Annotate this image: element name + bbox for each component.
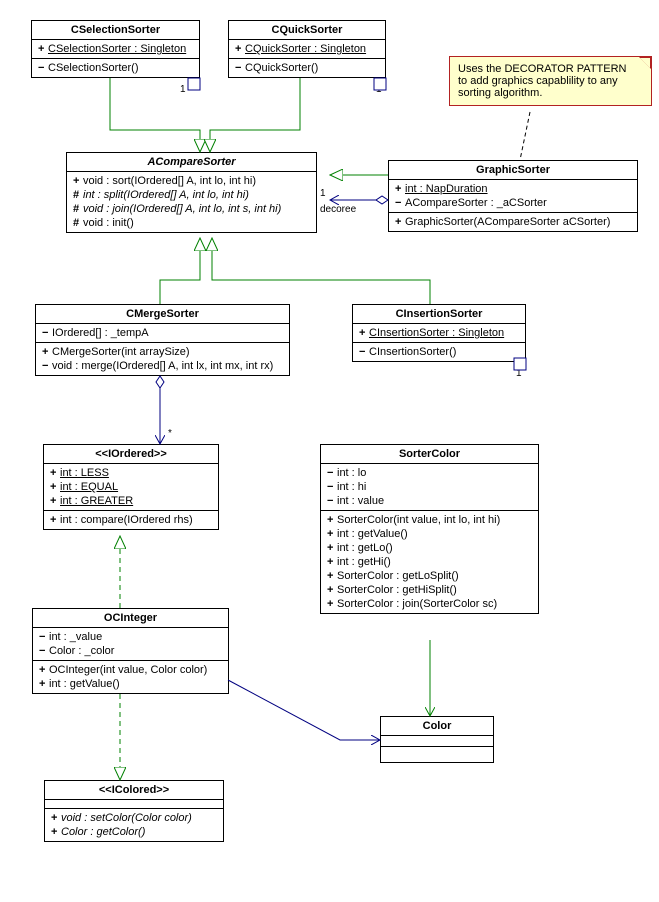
class-icolored: <<IColored>> +void : setColor(Color colo… [44, 780, 224, 842]
op: −CInsertionSorter() [357, 345, 521, 359]
class-title: Color [381, 717, 493, 736]
class-iordered: <<IOrdered>> +int : LESS +int : EQUAL +i… [43, 444, 219, 530]
attr: +int : NapDuration [393, 182, 633, 196]
multiplicity: 1 [320, 188, 326, 199]
attr: +int : GREATER [48, 494, 214, 508]
class-title: CInsertionSorter [353, 305, 525, 324]
op: +int : compare(IOrdered rhs) [48, 513, 214, 527]
note-line: sorting algorithm. [458, 87, 643, 99]
attr: −IOrdered[] : _tempA [40, 326, 285, 340]
attr: −int : lo [325, 466, 534, 480]
multiplicity: 1 [376, 84, 382, 95]
op: +GraphicSorter(ACompareSorter aCSorter) [393, 215, 633, 229]
multiplicity: * [168, 428, 172, 439]
attr: −int : _value [37, 630, 224, 644]
class-title: OCInteger [33, 609, 228, 628]
op: +int : getHi() [325, 555, 534, 569]
class-title: CSelectionSorter [32, 21, 199, 40]
multiplicity: 1 [180, 84, 186, 95]
op: +SorterColor(int value, int lo, int hi) [325, 513, 534, 527]
decorator-note: Uses the DECORATOR PATTERN to add graphi… [449, 56, 652, 106]
attr: −int : hi [325, 480, 534, 494]
op: +SorterColor : getHiSplit() [325, 583, 534, 597]
attr: +CSelectionSorter : Singleton [36, 42, 195, 56]
op: #void : join(IOrdered[] A, int lo, int s… [71, 202, 312, 216]
class-cinsertionsorter: CInsertionSorter +CInsertionSorter : Sin… [352, 304, 526, 362]
op: +SorterColor : getLoSplit() [325, 569, 534, 583]
class-cmergesorter: CMergeSorter −IOrdered[] : _tempA +CMerg… [35, 304, 290, 376]
class-title: <<IColored>> [45, 781, 223, 800]
attr: −ACompareSorter : _aCSorter [393, 196, 633, 210]
op: +int : getValue() [325, 527, 534, 541]
attr: +int : EQUAL [48, 480, 214, 494]
note-line: to add graphics capablility to any [458, 75, 643, 87]
op: −CSelectionSorter() [36, 61, 195, 75]
multiplicity: 1 [516, 368, 522, 379]
attr: +CInsertionSorter : Singleton [357, 326, 521, 340]
attr: +int : LESS [48, 466, 214, 480]
op: +void : sort(IOrdered[] A, int lo, int h… [71, 174, 312, 188]
op: #int : split(IOrdered[] A, int lo, int h… [71, 188, 312, 202]
class-ocinteger: OCInteger −int : _value −Color : _color … [32, 608, 229, 694]
class-cselectionsorter: CSelectionSorter +CSelectionSorter : Sin… [31, 20, 200, 78]
op: +int : getValue() [37, 677, 224, 691]
class-color: Color [380, 716, 494, 763]
note-line: Uses the DECORATOR PATTERN [458, 63, 643, 75]
op: −CQuickSorter() [233, 61, 381, 75]
class-title: <<IOrdered>> [44, 445, 218, 464]
class-sortercolor: SorterColor −int : lo −int : hi −int : v… [320, 444, 539, 614]
attr: +CQuickSorter : Singleton [233, 42, 381, 56]
op: +CMergeSorter(int arraySize) [40, 345, 285, 359]
class-graphicsorter: GraphicSorter +int : NapDuration −ACompa… [388, 160, 638, 232]
op: +Color : getColor() [49, 825, 219, 839]
class-cquicksorter: CQuickSorter +CQuickSorter : Singleton −… [228, 20, 386, 78]
role-label: decoree [320, 204, 356, 215]
class-title: CQuickSorter [229, 21, 385, 40]
op: +int : getLo() [325, 541, 534, 555]
op: +OCInteger(int value, Color color) [37, 663, 224, 677]
op: +SorterColor : join(SorterColor sc) [325, 597, 534, 611]
class-title: GraphicSorter [389, 161, 637, 180]
op: #void : init() [71, 216, 312, 230]
class-acomparesorter: ACompareSorter +void : sort(IOrdered[] A… [66, 152, 317, 233]
op: +void : setColor(Color color) [49, 811, 219, 825]
attr: −Color : _color [37, 644, 224, 658]
class-title: CMergeSorter [36, 305, 289, 324]
class-title: SorterColor [321, 445, 538, 464]
attr: −int : value [325, 494, 534, 508]
class-title: ACompareSorter [67, 153, 316, 172]
op: −void : merge(IOrdered[] A, int lx, int … [40, 359, 285, 373]
